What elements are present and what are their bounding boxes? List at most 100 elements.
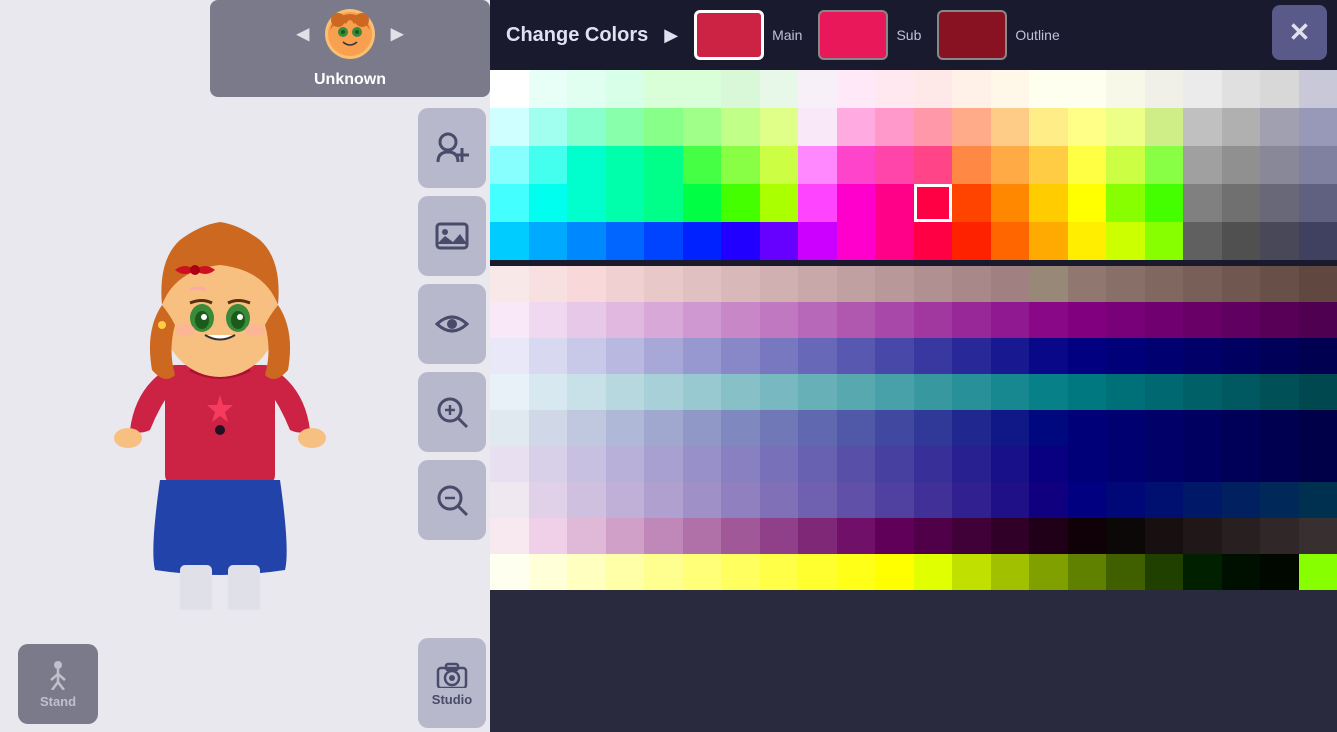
- color-cell[interactable]: [529, 518, 568, 554]
- color-cell[interactable]: [1222, 482, 1261, 518]
- color-cell[interactable]: [914, 266, 953, 302]
- color-cell[interactable]: [952, 446, 991, 482]
- color-cell[interactable]: [1222, 146, 1261, 184]
- color-cell[interactable]: [606, 302, 645, 338]
- color-cell[interactable]: [529, 70, 568, 108]
- color-cell[interactable]: [952, 338, 991, 374]
- color-cell[interactable]: [567, 410, 606, 446]
- color-cell[interactable]: [606, 222, 645, 260]
- color-cell[interactable]: [914, 184, 953, 222]
- outline-color-swatch[interactable]: [937, 10, 1007, 60]
- color-cell[interactable]: [683, 146, 722, 184]
- color-cell[interactable]: [721, 108, 760, 146]
- color-cell[interactable]: [1145, 222, 1184, 260]
- color-cell[interactable]: [606, 108, 645, 146]
- color-cell[interactable]: [1068, 338, 1107, 374]
- zoom-in-button[interactable]: [418, 372, 486, 452]
- color-cell[interactable]: [529, 482, 568, 518]
- color-cell[interactable]: [1183, 446, 1222, 482]
- color-cell[interactable]: [1299, 222, 1337, 260]
- color-cell[interactable]: [1029, 266, 1068, 302]
- color-cell[interactable]: [1222, 446, 1261, 482]
- color-cell[interactable]: [683, 184, 722, 222]
- color-cell[interactable]: [490, 338, 529, 374]
- color-cell[interactable]: [1029, 108, 1068, 146]
- color-cell[interactable]: [1145, 70, 1184, 108]
- color-cell[interactable]: [567, 518, 606, 554]
- color-cell[interactable]: [760, 146, 799, 184]
- color-cell[interactable]: [683, 222, 722, 260]
- image-button[interactable]: [418, 196, 486, 276]
- close-button[interactable]: ✕: [1272, 5, 1327, 60]
- color-cell[interactable]: [1106, 338, 1145, 374]
- color-cell[interactable]: [875, 410, 914, 446]
- color-cell[interactable]: [1183, 374, 1222, 410]
- color-cell[interactable]: [760, 70, 799, 108]
- color-cell[interactable]: [991, 410, 1030, 446]
- color-cell[interactable]: [1068, 184, 1107, 222]
- color-cell[interactable]: [567, 302, 606, 338]
- color-cell[interactable]: [837, 518, 876, 554]
- color-cell[interactable]: [1222, 70, 1261, 108]
- color-cell[interactable]: [1145, 482, 1184, 518]
- color-cell[interactable]: [644, 410, 683, 446]
- color-cell[interactable]: [1260, 70, 1299, 108]
- color-cell[interactable]: [490, 446, 529, 482]
- color-cell[interactable]: [721, 266, 760, 302]
- prev-character-button[interactable]: ◂: [297, 19, 309, 48]
- color-cell[interactable]: [1029, 446, 1068, 482]
- color-cell[interactable]: [1299, 266, 1337, 302]
- color-cell[interactable]: [914, 108, 953, 146]
- color-cell[interactable]: [1299, 338, 1337, 374]
- stand-button[interactable]: Stand: [18, 644, 98, 724]
- color-cell[interactable]: [567, 222, 606, 260]
- color-cell[interactable]: [798, 266, 837, 302]
- studio-button[interactable]: Studio: [418, 638, 486, 728]
- color-cell[interactable]: [644, 446, 683, 482]
- color-cell[interactable]: [914, 374, 953, 410]
- color-cell[interactable]: [914, 146, 953, 184]
- color-cell[interactable]: [567, 374, 606, 410]
- color-cell[interactable]: [1299, 146, 1337, 184]
- color-cell[interactable]: [875, 184, 914, 222]
- zoom-out-button[interactable]: [418, 460, 486, 540]
- color-cell[interactable]: [952, 70, 991, 108]
- add-character-button[interactable]: [418, 108, 486, 188]
- color-cell[interactable]: [914, 302, 953, 338]
- color-cell[interactable]: [875, 374, 914, 410]
- color-cell[interactable]: [1145, 146, 1184, 184]
- color-cell[interactable]: [644, 518, 683, 554]
- color-cell[interactable]: [529, 374, 568, 410]
- color-cell[interactable]: [1068, 482, 1107, 518]
- color-cell[interactable]: [1068, 518, 1107, 554]
- color-cell[interactable]: [721, 410, 760, 446]
- color-cell[interactable]: [914, 446, 953, 482]
- color-cell[interactable]: [490, 410, 529, 446]
- color-cell[interactable]: [721, 146, 760, 184]
- color-cell[interactable]: [606, 374, 645, 410]
- color-cell[interactable]: [606, 338, 645, 374]
- color-cell[interactable]: [529, 266, 568, 302]
- color-cell[interactable]: [875, 222, 914, 260]
- color-cell[interactable]: [529, 338, 568, 374]
- color-cell[interactable]: [798, 410, 837, 446]
- color-cell[interactable]: [760, 266, 799, 302]
- color-cell[interactable]: [914, 222, 953, 260]
- color-cell[interactable]: [1260, 554, 1299, 590]
- color-cell[interactable]: [837, 146, 876, 184]
- color-cell[interactable]: [837, 302, 876, 338]
- color-cell[interactable]: [1183, 222, 1222, 260]
- color-cell[interactable]: [644, 338, 683, 374]
- color-cell[interactable]: [991, 146, 1030, 184]
- color-cell[interactable]: [1299, 554, 1337, 590]
- color-cell[interactable]: [1068, 146, 1107, 184]
- color-cell[interactable]: [1222, 518, 1261, 554]
- color-cell[interactable]: [1299, 108, 1337, 146]
- color-cell[interactable]: [683, 518, 722, 554]
- color-cell[interactable]: [914, 518, 953, 554]
- color-cell[interactable]: [529, 410, 568, 446]
- color-cell[interactable]: [644, 374, 683, 410]
- color-cell[interactable]: [490, 374, 529, 410]
- color-cell[interactable]: [875, 338, 914, 374]
- color-cell[interactable]: [721, 302, 760, 338]
